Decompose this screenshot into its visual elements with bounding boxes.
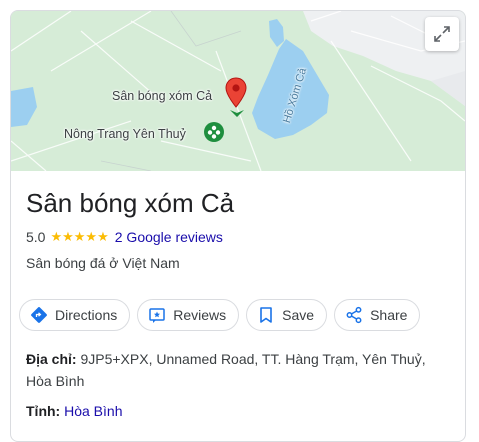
directions-button[interactable]: Directions <box>19 299 131 331</box>
province-link[interactable]: Hòa Bình <box>64 403 122 419</box>
place-category: Sân bóng đá ở Việt Nam <box>26 255 180 271</box>
map-nearby-label: Nông Trang Yên Thuỷ <box>64 127 186 141</box>
share-icon <box>346 306 362 324</box>
share-button[interactable]: Share <box>334 299 421 331</box>
address-label: Địa chỉ: <box>26 351 77 367</box>
reviews-icon <box>149 308 165 323</box>
directions-icon <box>31 307 47 323</box>
expand-icon <box>434 26 450 42</box>
map-place-label: Sân bóng xóm Cả <box>112 89 213 103</box>
address-value: 9JP5+XPX, Unnamed Road, TT. Hàng Trạm, Y… <box>26 351 426 389</box>
google-reviews-link[interactable]: 2 Google reviews <box>115 229 223 245</box>
rating-value: 5.0 <box>26 229 46 245</box>
place-title: Sân bóng xóm Cả <box>26 188 235 218</box>
province-label: Tỉnh: <box>26 403 61 419</box>
bookmark-icon <box>260 307 272 323</box>
reviews-button[interactable]: Reviews <box>137 299 240 331</box>
share-label: Share <box>370 307 408 323</box>
rating-stars-icon: ★★★★★ <box>50 229 109 244</box>
save-label: Save <box>282 307 315 323</box>
farm-icon[interactable] <box>204 122 224 142</box>
place-card: Sân bóng xóm Cả Nông Trang Yên Thuỷ Hồ X… <box>10 10 466 442</box>
province-row: Tỉnh: Hòa Bình <box>26 400 446 422</box>
expand-map-button[interactable] <box>425 17 459 51</box>
reviews-label: Reviews <box>173 307 227 323</box>
action-buttons: Directions Reviews Save Share <box>19 299 427 331</box>
save-button[interactable]: Save <box>246 299 328 331</box>
address-row: Địa chỉ: 9JP5+XPX, Unnamed Road, TT. Hàn… <box>26 348 446 392</box>
directions-label: Directions <box>55 307 118 323</box>
map-preview[interactable]: Sân bóng xóm Cả Nông Trang Yên Thuỷ Hồ X… <box>11 11 465 171</box>
rating-row: 5.0 ★★★★★ 2 Google reviews <box>26 229 223 245</box>
